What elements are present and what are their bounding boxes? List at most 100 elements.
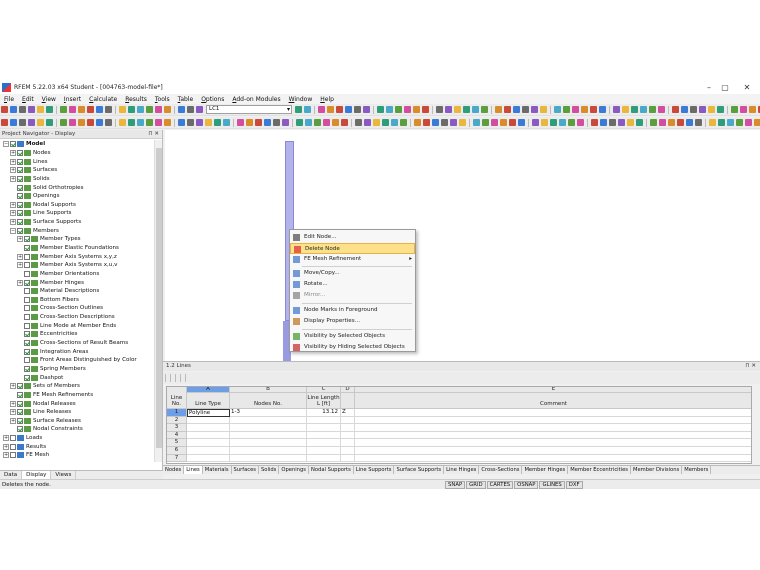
toolbar-tool-icon[interactable] bbox=[196, 106, 203, 113]
toolbar-tool-icon[interactable] bbox=[622, 106, 629, 113]
toolbar-tool-icon[interactable] bbox=[60, 119, 67, 126]
toolbar-tool-icon[interactable] bbox=[649, 106, 656, 113]
tree-item[interactable]: + Solids bbox=[0, 175, 154, 184]
navigator-close-icon[interactable]: ⊓ ✕ bbox=[148, 130, 159, 139]
toolbar-tool-icon[interactable] bbox=[690, 106, 697, 113]
toolbar-tool-icon[interactable] bbox=[745, 119, 752, 126]
checkbox[interactable] bbox=[24, 340, 30, 347]
toolbar-tool-icon[interactable] bbox=[668, 119, 675, 126]
toolbar-tool-icon[interactable] bbox=[518, 119, 525, 126]
toolbar-tool-icon[interactable] bbox=[187, 119, 194, 126]
toolbar-tool-icon[interactable] bbox=[295, 106, 302, 113]
toolbar-tool-icon[interactable] bbox=[69, 119, 76, 126]
context-item-visibility-by-hiding-selected-objects[interactable]: Visibility by Hiding Selected Objects bbox=[290, 342, 415, 353]
toolbar-tool-icon[interactable] bbox=[413, 106, 420, 113]
toolbar-tool-icon[interactable] bbox=[677, 119, 684, 126]
context-item-node-marks-in-foreground[interactable]: Node Marks in Foreground bbox=[290, 305, 415, 316]
toolbar-tool-icon[interactable] bbox=[305, 119, 312, 126]
toolbar-tool-icon[interactable] bbox=[314, 119, 321, 126]
toolbar-tool-icon[interactable] bbox=[554, 106, 561, 113]
table-cell[interactable] bbox=[230, 447, 307, 455]
toolbar-tool-icon[interactable] bbox=[355, 119, 362, 126]
expand-toggle-icon[interactable]: + bbox=[3, 435, 9, 442]
menu-file[interactable]: File bbox=[0, 96, 18, 103]
tree-item[interactable]: Member Elastic Foundations bbox=[0, 244, 154, 253]
toolbar-tool-icon[interactable] bbox=[60, 106, 67, 113]
checkbox[interactable] bbox=[10, 141, 16, 148]
tree-item[interactable]: Integration Areas bbox=[0, 347, 154, 356]
table-cell[interactable] bbox=[341, 431, 355, 440]
toolbar-tool-icon[interactable] bbox=[709, 119, 716, 126]
toolbar-tool-icon[interactable] bbox=[699, 106, 706, 113]
table-cell[interactable] bbox=[355, 455, 751, 463]
toolbar-tool-icon[interactable] bbox=[19, 119, 26, 126]
tree-item[interactable]: Openings bbox=[0, 192, 154, 201]
checkbox[interactable] bbox=[17, 227, 23, 234]
tree-item[interactable]: Bottom Fibers bbox=[0, 296, 154, 305]
status-button-dxf[interactable]: DXF bbox=[565, 481, 583, 489]
menu-options[interactable]: Options bbox=[197, 96, 228, 103]
toolbar-tool-icon[interactable] bbox=[69, 106, 76, 113]
table-cell[interactable] bbox=[307, 424, 341, 432]
table-cell[interactable]: 1-3 bbox=[230, 409, 307, 417]
table-tab-member-hinges[interactable]: Member Hinges bbox=[522, 466, 569, 474]
table-cell[interactable] bbox=[341, 447, 355, 455]
toolbar-tool-icon[interactable] bbox=[731, 106, 738, 113]
toolbar-tool-icon[interactable] bbox=[717, 106, 724, 113]
toolbar-tool-icon[interactable] bbox=[404, 106, 411, 113]
toolbar-tool-icon[interactable] bbox=[187, 106, 194, 113]
tree-item[interactable]: Eccentricities bbox=[0, 330, 154, 339]
toolbar-tool-icon[interactable] bbox=[613, 106, 620, 113]
expand-toggle-icon[interactable]: + bbox=[10, 210, 16, 217]
checkbox[interactable] bbox=[24, 253, 30, 260]
tree-item[interactable]: Line Mode at Member Ends bbox=[0, 321, 154, 330]
table-close-icon[interactable]: ⊓ ✕ bbox=[745, 362, 756, 371]
table-tab-nodal-supports[interactable]: Nodal Supports bbox=[309, 466, 354, 474]
menu-add-on-modules[interactable]: Add-on Modules bbox=[228, 96, 284, 103]
toolbar-tool-icon[interactable] bbox=[246, 119, 253, 126]
toolbar-tool-icon[interactable] bbox=[28, 119, 35, 126]
table-cell[interactable] bbox=[307, 416, 341, 425]
toolbar-tool-icon[interactable] bbox=[504, 106, 511, 113]
toolbar-tool-icon[interactable] bbox=[436, 106, 443, 113]
table-cell[interactable]: Z bbox=[341, 409, 355, 417]
expand-toggle-icon[interactable]: + bbox=[10, 383, 16, 390]
toolbar-tool-icon[interactable] bbox=[513, 106, 520, 113]
toolbar-tool-icon[interactable] bbox=[78, 106, 85, 113]
toolbar-tool-icon[interactable] bbox=[695, 119, 702, 126]
toolbar-tool-icon[interactable] bbox=[658, 106, 665, 113]
toolbar-tool-icon[interactable] bbox=[422, 106, 429, 113]
context-item-visibility-by-selected-objects[interactable]: Visibility by Selected Objects bbox=[290, 331, 415, 342]
toolbar-tool-icon[interactable] bbox=[727, 119, 734, 126]
context-item-delete-node[interactable]: Delete Node bbox=[290, 243, 415, 254]
toolbar-tool-icon[interactable] bbox=[540, 106, 547, 113]
tree-item[interactable]: Member Orientations bbox=[0, 270, 154, 279]
table-cell[interactable] bbox=[307, 439, 341, 447]
table-cell[interactable] bbox=[355, 424, 751, 432]
toolbar-tool-icon[interactable] bbox=[273, 119, 280, 126]
table-cell[interactable] bbox=[355, 409, 751, 417]
expand-toggle-icon[interactable]: + bbox=[10, 400, 16, 407]
table-cell[interactable] bbox=[230, 431, 307, 440]
toolbar-tool-icon[interactable] bbox=[146, 119, 153, 126]
context-item-move-copy[interactable]: Move/Copy... bbox=[290, 268, 415, 279]
table-cell[interactable] bbox=[187, 454, 230, 463]
toolbar-tool-icon[interactable] bbox=[386, 106, 393, 113]
toolbar-tool-icon[interactable] bbox=[591, 119, 598, 126]
toolbar-tool-icon[interactable] bbox=[686, 119, 693, 126]
tree-item[interactable]: + Surface Supports bbox=[0, 218, 154, 227]
toolbar-tool-icon[interactable] bbox=[1, 119, 8, 126]
table-cell[interactable] bbox=[341, 424, 355, 432]
toolbar-tool-icon[interactable] bbox=[672, 106, 679, 113]
expand-toggle-icon[interactable]: + bbox=[3, 452, 9, 459]
toolbar-tool-icon[interactable] bbox=[364, 119, 371, 126]
tree-item[interactable]: Solid Orthotropies bbox=[0, 183, 154, 192]
checkbox[interactable] bbox=[17, 201, 23, 208]
toolbar-tool-icon[interactable] bbox=[304, 106, 311, 113]
checkbox[interactable] bbox=[24, 270, 30, 277]
toolbar-tool-icon[interactable] bbox=[659, 119, 666, 126]
checkbox[interactable] bbox=[24, 245, 30, 251]
toolbar-tool-icon[interactable] bbox=[296, 119, 303, 126]
toolbar-tool-icon[interactable] bbox=[472, 106, 479, 113]
toolbar-tool-icon[interactable] bbox=[237, 119, 244, 126]
